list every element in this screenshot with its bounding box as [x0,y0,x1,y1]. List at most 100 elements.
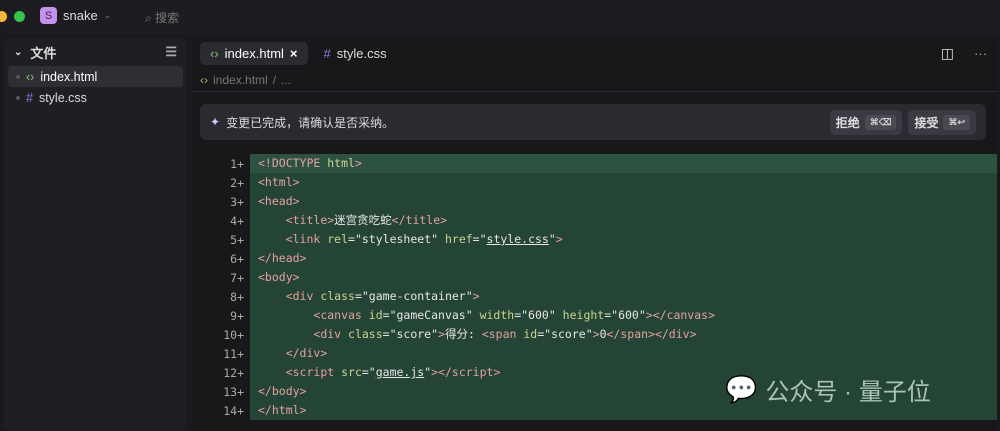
breadcrumb-more[interactable]: ... [281,73,291,87]
line-number: 6+ [230,251,244,266]
reject-button[interactable]: 拒绝 ⌘⌫ [829,109,903,135]
code-line: 5+ <link rel="stylesheet" href="style.cs… [192,230,997,249]
code-token: </div> [285,346,328,360]
line-number: 14+ [223,403,244,418]
line-number: 5+ [230,232,244,247]
line-number: 12+ [223,365,244,380]
tab-label: index.html [224,45,284,61]
code-token: > [438,327,445,341]
code-line: 9+ <canvas id="gameCanvas" width="600" h… [192,306,997,325]
accept-button[interactable]: 接受 ⌘↩ [908,109,976,135]
file-name: style.css [38,90,87,105]
file-name: index.html [40,69,98,84]
code-token: </span></div> [606,327,697,341]
code-token: > [472,289,480,303]
code-token: ></canvas> [645,308,716,322]
chevron-down-icon: ⌄ [103,10,112,20]
breadcrumb-file[interactable]: index.html [213,73,268,87]
tab-label: style.css [336,45,387,61]
line-number: 2+ [230,175,244,190]
files-title: 文件 [30,45,57,61]
project-switcher[interactable]: S snake ⌄ [40,7,111,24]
code-token: " [548,232,556,246]
change-review-banner: ✦ 变更已完成，请确认是否采纳。 拒绝 ⌘⌫ 接受 ⌘↩ [200,104,986,140]
code-token: <head> [258,194,300,208]
code-line: 8+ <div class="game-container"> [192,287,997,306]
window-zoom-button[interactable] [14,11,25,22]
split-editor-icon[interactable]: ◫ [941,45,954,62]
code-token: ="600" [514,308,563,322]
project-name: snake [63,8,98,23]
watermark-text: 公众号 · 量子位 [765,379,931,406]
line-text: <head> [250,192,997,211]
code-token: 0 [599,327,607,341]
code-token: <body> [258,270,300,284]
code-token: id [523,327,538,341]
code-line: 2+ <html> [192,173,997,192]
line-number: 9+ [230,308,244,323]
filter-icon[interactable]: ☰ [165,44,177,60]
code-token: game.js [375,365,425,379]
code-token: <script [285,365,342,379]
code-token: <link [285,232,328,246]
title-bar: S snake ⌄ ⌕ 搜索 [0,0,1000,34]
hash-icon: # [323,45,331,61]
code-token: class [320,289,355,303]
code-token: class [348,327,383,341]
code-token: ="score" [537,327,593,341]
file-sidebar: ⌄ 文件 ☰ ‹› index.html # style.css [4,38,187,431]
code-token: <span [481,327,524,341]
line-text: <title>迷宫贪吃蛇</title> [250,211,997,230]
code-token: style.css [486,232,549,246]
code-token: </head> [258,251,307,265]
files-section-header[interactable]: ⌄ 文件 ☰ [4,38,187,66]
code-icon: ‹› [200,72,208,87]
line-text: </div> [250,344,997,363]
hash-icon: # [26,90,33,105]
tab-index-html[interactable]: ‹› index.html × [200,41,308,65]
code-token: ></script> [431,365,501,379]
tab-style-css[interactable]: # style.css [314,42,397,65]
code-token: =" [472,232,487,246]
line-number: 10+ [223,327,244,342]
code-token: <canvas [313,308,369,322]
code-token: </title> [391,213,448,227]
tab-bar: ‹› index.html × # style.css ◫ ··· [192,38,997,68]
line-number: 13+ [223,384,244,399]
accept-shortcut: ⌘↩ [943,114,970,130]
code-token: </body> [258,384,307,398]
code-token: <html> [258,175,300,189]
line-text: <body> [250,268,997,287]
accept-label: 接受 [914,115,939,130]
more-icon[interactable]: ··· [974,46,987,61]
code-token: ="stylesheet" [348,232,445,246]
line-text: <div class="score">得分: <span id="score">… [250,325,997,344]
file-item-index-html[interactable]: ‹› index.html [8,66,183,87]
search-placeholder: 搜索 [155,11,180,25]
code-line: 6+ </head> [192,249,997,268]
breadcrumb-separator: / [272,72,277,87]
code-token: href [444,232,473,246]
code-token: height [562,308,605,322]
line-text: <link rel="stylesheet" href="style.css"> [250,230,997,249]
reject-shortcut: ⌘⌫ [864,114,897,130]
code-line: 7+ <body> [192,268,997,287]
window-minimize-button[interactable] [0,11,7,22]
code-token: <div [285,289,321,303]
project-badge: S [40,7,57,24]
watermark: 💬 公众号 · 量子位 [725,372,931,407]
search-icon: ⌕ [145,11,156,25]
code-token: 得分: [444,327,482,341]
line-number: 7+ [230,270,244,285]
search-input[interactable]: ⌕ 搜索 [145,9,179,26]
code-token: > [592,327,600,341]
close-icon[interactable]: × [290,46,298,61]
code-token: ="score" [382,327,439,341]
code-token: src [341,365,362,379]
file-item-style-css[interactable]: # style.css [8,87,183,108]
